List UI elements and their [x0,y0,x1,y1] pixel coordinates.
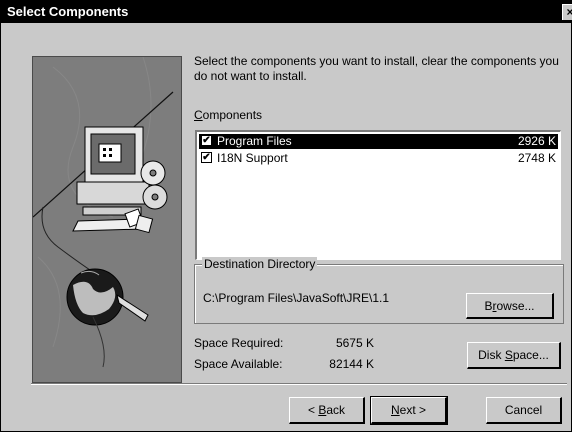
space-available-label: Space Available: [194,357,283,371]
back-button[interactable]: < Back [289,397,365,424]
components-label-rest: omponents [202,108,263,122]
next-label-mnemonic: N [390,402,400,417]
checkbox-checked-icon[interactable]: ✔ [201,135,212,146]
intro-text: Select the components you want to instal… [194,54,559,83]
next-label-post: ext > [399,402,427,417]
destination-directory-group: Destination Directory C:\Program Files\J… [194,257,564,324]
disk-space-label-post: pace... [512,347,549,362]
space-available-value: 82144 K [329,357,374,371]
components-label-mnemonic: C [194,108,203,122]
components-label: Components [194,108,262,122]
next-button[interactable]: Next > [370,396,448,425]
browse-button[interactable]: Browse... [466,293,554,319]
setup-illustration [32,56,182,383]
illustration-art [33,57,181,382]
list-item-i18n-support[interactable]: ✔ I18N Support 2748 K [199,151,558,166]
disk-space-button[interactable]: Disk Space... [467,342,561,369]
cancel-button[interactable]: Cancel [486,397,562,424]
destination-directory-legend: Destination Directory [202,257,318,271]
space-required-label: Space Required: [194,336,284,350]
component-name: Program Files [217,134,292,148]
title-bar[interactable]: Select Components × [1,1,572,23]
window-title: Select Components [7,4,129,19]
disk-space-label-pre: Disk [478,347,505,362]
component-size: 2926 K [517,134,556,148]
checkbox-checked-icon[interactable]: ✔ [201,152,212,163]
browse-label-post: owse... [496,298,535,313]
component-size: 2748 K [517,151,556,165]
browse-label-pre: B [484,298,493,313]
back-label-post: ack [326,402,346,417]
divider [31,383,567,385]
select-components-dialog: Select Components × Select the component… [0,0,572,432]
space-required-value: 5675 K [335,336,374,350]
list-item-program-files[interactable]: ✔ Program Files 2926 K [199,134,558,149]
back-label-pre: < [307,402,319,417]
disk-space-label-mnemonic: S [504,347,513,362]
components-list[interactable]: ✔ Program Files 2926 K ✔ I18N Support 27… [195,130,561,260]
close-icon[interactable]: × [562,4,572,20]
component-name: I18N Support [217,151,288,165]
destination-path: C:\Program Files\JavaSoft\JRE\1.1 [203,291,390,305]
